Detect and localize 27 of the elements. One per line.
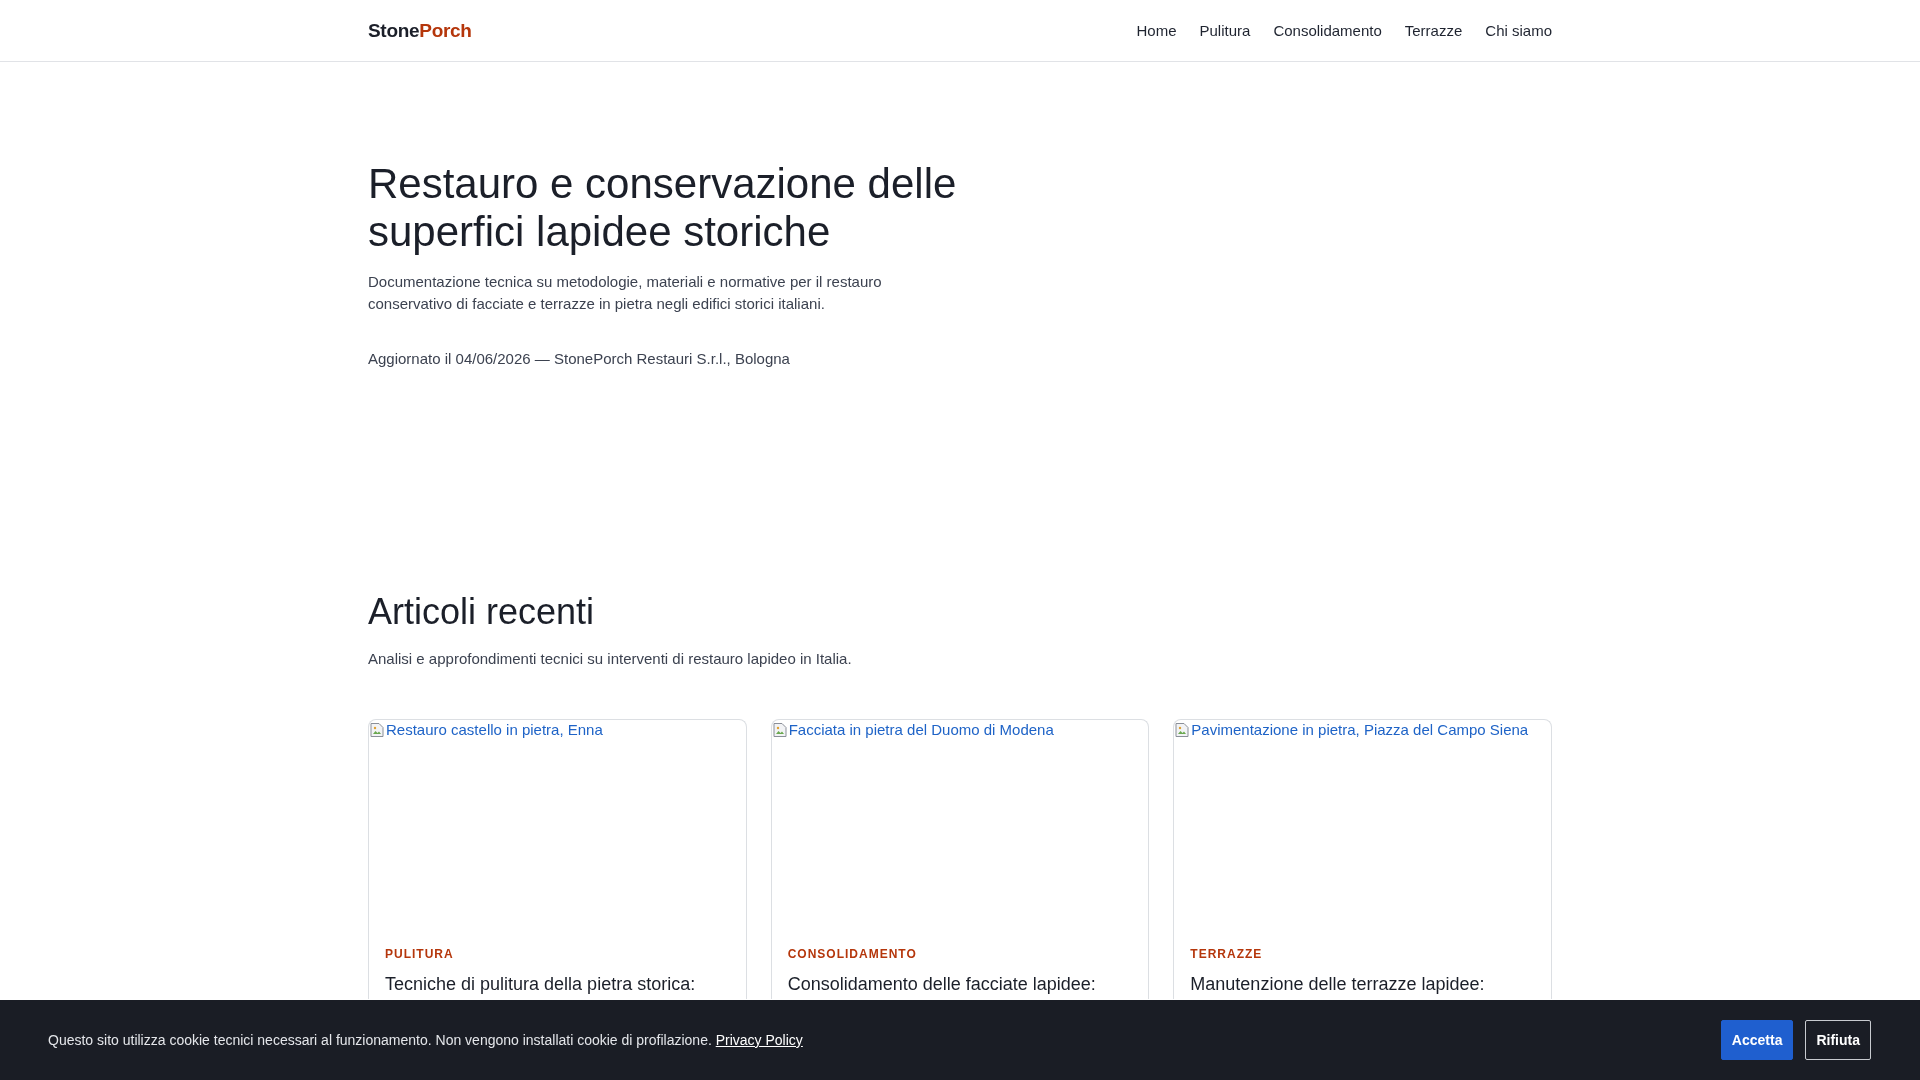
- article-category: TERRAZZE: [1190, 946, 1264, 962]
- page-title: Restauro e conservazione delle superfici lapidee storiche: [368, 160, 958, 256]
- nav-link[interactable]: Pulitura: [1199, 22, 1251, 39]
- nav-link[interactable]: Terrazze: [1404, 22, 1463, 39]
- article-category: CONSOLIDAMENTO: [787, 946, 918, 962]
- article-title[interactable]: Tecniche di pulitura della pietra storica:: [385, 972, 730, 996]
- nav-link[interactable]: Consolidamento: [1273, 22, 1382, 39]
- article-title[interactable]: Consolidamento delle facciate lapidee:: [787, 972, 1133, 996]
- accept-button[interactable]: Accetta: [1720, 1020, 1794, 1060]
- page-description: Documentazione tecnica su metodologie, materiali e normative per il restauro conservativo di facciate e terrazze in pietra negli edifici storici italiani.: [368, 272, 883, 314]
- section-title: Articoli recenti: [368, 590, 596, 633]
- nav-link[interactable]: Home: [1136, 22, 1177, 39]
- section-description: Analisi e approfondimenti tecnici su interventi di restauro lapideo in Italia.: [368, 649, 853, 669]
- image-link[interactable]: Pavimentazione in pietra, Piazza del Campo Siena: [1174, 720, 1529, 740]
- privacy-policy-link[interactable]: Privacy Policy: [715, 1032, 803, 1048]
- reject-button[interactable]: Rifiuta: [1805, 1020, 1871, 1060]
- article-category: PULITURA: [385, 946, 455, 962]
- broken-image-icon: [771, 722, 788, 738]
- logo-link[interactable]: StonePorch: [368, 19, 472, 42]
- broken-image-icon: [369, 722, 385, 738]
- broken-image-icon: [1174, 722, 1191, 738]
- image-link[interactable]: Restauro castello in pietra, Enna: [369, 720, 603, 740]
- nav-link[interactable]: Chi siamo: [1485, 22, 1552, 39]
- image-link[interactable]: Facciata in pietra del Duomo di Modena: [771, 720, 1054, 740]
- update-info: Aggiornato il 04/06/2026 — StonePorch Restauri S.r.l., Bologna: [368, 349, 791, 369]
- cookie-notice: Questo sito utilizza cookie tecnici necessari al funzionamento. Non vengono installati cookie di profilazione. Privacy Policy: [48, 1031, 803, 1050]
- article-title[interactable]: Manutenzione delle terrazze lapidee:: [1190, 972, 1535, 996]
